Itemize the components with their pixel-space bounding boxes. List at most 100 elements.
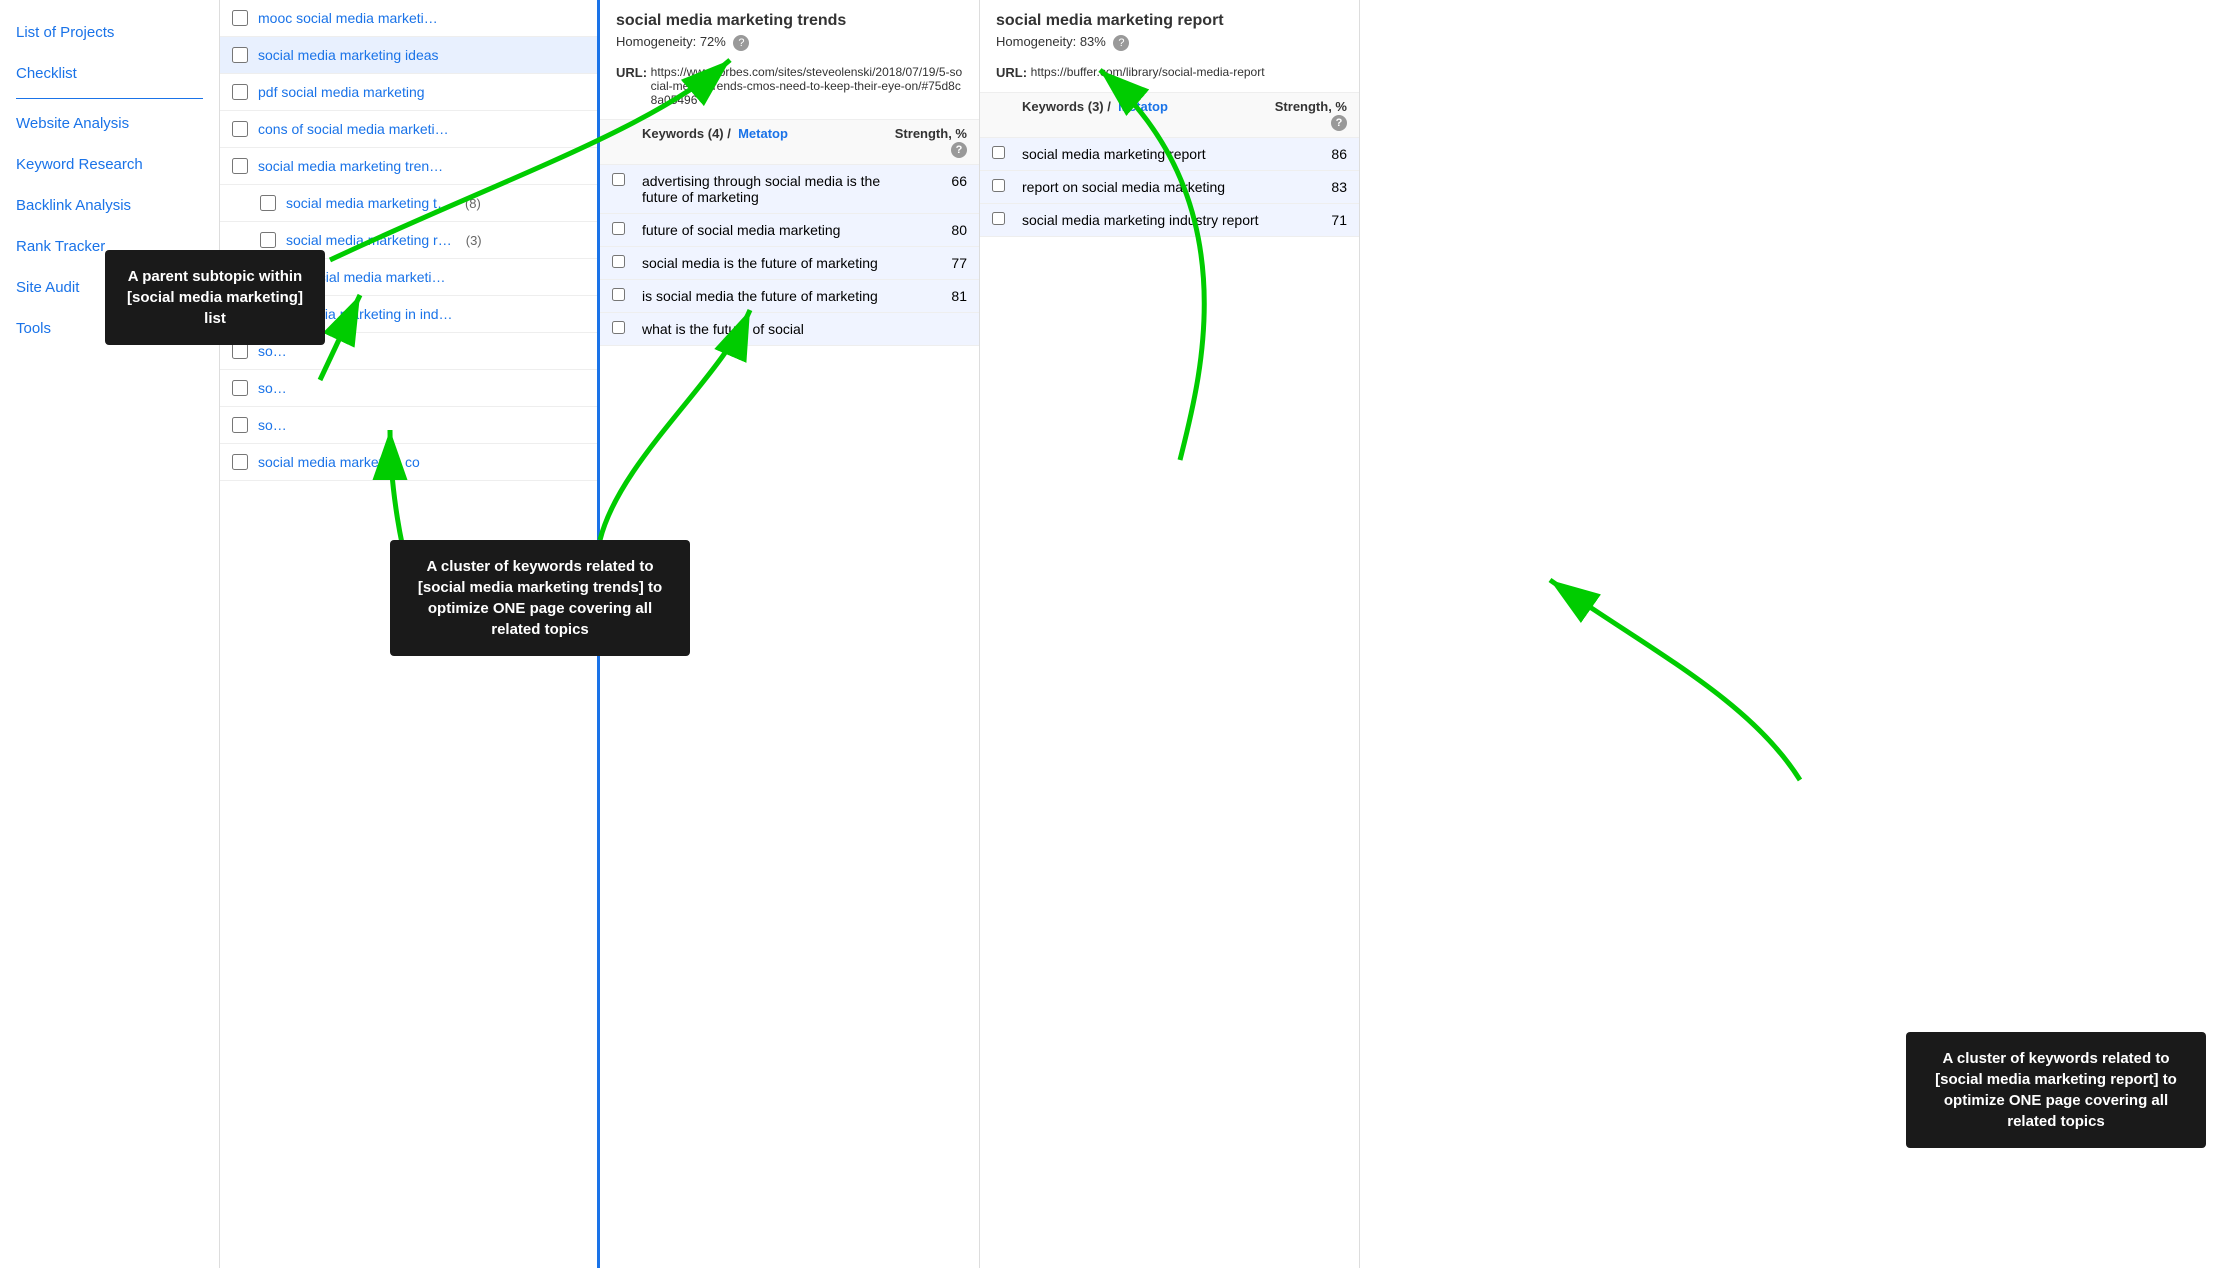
keyword-row-last: social media marketing co <box>220 444 597 481</box>
panel2-homogeneity: Homogeneity: 83% ? <box>996 34 1224 51</box>
kw-checkbox[interactable] <box>612 321 625 334</box>
keyword-link[interactable]: so… <box>258 343 287 359</box>
keyword-checkbox[interactable] <box>232 10 248 26</box>
sidebar-item-list-of-projects[interactable]: List of Projects <box>0 12 219 53</box>
panel2-title-block: social media marketing report Homogeneit… <box>996 12 1224 57</box>
keyword-row: pdf social media marketing <box>220 74 597 111</box>
keyword-checkbox[interactable] <box>232 84 248 100</box>
keyword-count: (8) <box>465 196 481 211</box>
keywords-col-header: Keywords (4) / Metatop <box>642 126 887 158</box>
keyword-checkbox[interactable] <box>232 343 248 359</box>
sidebar-item-keyword-research[interactable]: Keyword Research <box>0 144 219 185</box>
panel2-title: social media marketing report <box>996 12 1224 30</box>
panel1-title: social media marketing trends <box>616 12 846 30</box>
panel2-url-row: URL: https://buffer.com/library/social-m… <box>980 61 1359 92</box>
homogeneity-help-icon[interactable]: ? <box>733 35 749 51</box>
keyword-link[interactable]: cons of social media marketi… <box>258 121 449 137</box>
panel1-kw-row-2: future of social media marketing 80 <box>600 214 979 247</box>
strength-col-header-2: Strength, % ? <box>1267 99 1347 131</box>
kw-text: report on social media marketing <box>1022 179 1267 195</box>
check-col-header <box>992 99 1022 131</box>
keyword-checkbox[interactable] <box>232 380 248 396</box>
keyword-row: mooc social media marketi… <box>220 0 597 37</box>
metatop-link[interactable]: Metatop <box>738 126 788 141</box>
panel2-table-header: Keywords (3) / Metatop Strength, % ? <box>980 92 1359 138</box>
strength-col-header: Strength, % ? <box>887 126 967 158</box>
keyword-link-sub2[interactable]: social media marketing r… <box>286 232 452 248</box>
keywords-col-header: Keywords (3) / Metatop <box>1022 99 1267 131</box>
kw-text: social media marketing industry report <box>1022 212 1267 228</box>
kw-checkbox[interactable] <box>992 179 1005 192</box>
keyword-count: (3) <box>466 233 482 248</box>
keyword-link-sub1[interactable]: social media marketing t… <box>286 195 451 211</box>
keyword-link[interactable]: so… <box>258 417 287 433</box>
sidebar-item-backlink-analysis[interactable]: Backlink Analysis <box>0 185 219 226</box>
panel1-title-block: social media marketing trends Homogeneit… <box>616 12 846 57</box>
kw-checkbox[interactable] <box>612 255 625 268</box>
kw-strength: 86 <box>1267 146 1347 162</box>
panel2-kw-row-1: social media marketing report 86 <box>980 138 1359 171</box>
keyword-checkbox[interactable] <box>232 158 248 174</box>
panel1-kw-row-3: social media is the future of marketing … <box>600 247 979 280</box>
topic-panel-2: social media marketing report Homogeneit… <box>980 0 1360 1268</box>
kw-text: is social media the future of marketing <box>642 288 887 304</box>
keyword-link[interactable]: social media marketing co <box>258 454 420 470</box>
panel1-homogeneity: Homogeneity: 72% ? <box>616 34 846 51</box>
keyword-row-sub1: social media marketing t… (8) <box>220 185 597 222</box>
kw-text: social media is the future of marketing <box>642 255 887 271</box>
kw-strength: 77 <box>887 255 967 271</box>
keyword-row: so… <box>220 370 597 407</box>
kw-text: advertising through social media is the … <box>642 173 887 205</box>
kw-strength: 80 <box>887 222 967 238</box>
homogeneity-help-icon-2[interactable]: ? <box>1113 35 1129 51</box>
keyword-checkbox[interactable] <box>232 417 248 433</box>
panel1-url-label: URL: <box>616 65 647 107</box>
panel1-url: https://www.forbes.com/sites/steveolensk… <box>651 65 963 107</box>
keyword-checkbox[interactable] <box>260 195 276 211</box>
kw-checkbox[interactable] <box>612 222 625 235</box>
sidebar: List of Projects Checklist Website Analy… <box>0 0 220 1268</box>
kw-strength: 66 <box>887 173 967 189</box>
kw-checkbox[interactable] <box>992 146 1005 159</box>
panel2-url-label: URL: <box>996 65 1027 80</box>
strength-help-icon[interactable]: ? <box>951 142 967 158</box>
keyword-link[interactable]: so… <box>258 380 287 396</box>
keyword-row: so… <box>220 407 597 444</box>
keyword-link[interactable]: pdf social media marketing <box>258 84 425 100</box>
metatop-link-2[interactable]: Metatop <box>1118 99 1168 114</box>
keyword-link-ideas[interactable]: social media marketing ideas <box>258 47 439 63</box>
keyword-checkbox[interactable] <box>232 121 248 137</box>
keyword-row-trends-parent: social media marketing tren… <box>220 148 597 185</box>
kw-strength: 83 <box>1267 179 1347 195</box>
kw-strength: 81 <box>887 288 967 304</box>
kw-strength: 71 <box>1267 212 1347 228</box>
kw-text: future of social media marketing <box>642 222 887 238</box>
keyword-row: cons of social media marketi… <box>220 111 597 148</box>
sidebar-divider <box>16 98 203 99</box>
annotation-box-3: A cluster of keywords related to [social… <box>1906 1032 2206 1148</box>
panel1-header: social media marketing trends Homogeneit… <box>600 0 979 61</box>
check-col-header <box>612 126 642 158</box>
kw-checkbox[interactable] <box>612 288 625 301</box>
panel1-table-header: Keywords (4) / Metatop Strength, % ? <box>600 119 979 165</box>
kw-text: social media marketing report <box>1022 146 1267 162</box>
panel1-kw-row-5: what is the future of social <box>600 313 979 346</box>
keyword-checkbox[interactable] <box>232 47 248 63</box>
panel2-header: social media marketing report Homogeneit… <box>980 0 1359 61</box>
sidebar-item-checklist[interactable]: Checklist <box>0 53 219 94</box>
panel1-kw-row-1: advertising through social media is the … <box>600 165 979 214</box>
kw-checkbox[interactable] <box>992 212 1005 225</box>
sidebar-item-website-analysis[interactable]: Website Analysis <box>0 103 219 144</box>
panel1-url-row: URL: https://www.forbes.com/sites/steveo… <box>600 61 979 119</box>
strength-help-icon-2[interactable]: ? <box>1331 115 1347 131</box>
panel2-kw-row-3: social media marketing industry report 7… <box>980 204 1359 237</box>
keyword-checkbox[interactable] <box>260 232 276 248</box>
panel2-kw-row-2: report on social media marketing 83 <box>980 171 1359 204</box>
keyword-checkbox[interactable] <box>232 454 248 470</box>
keyword-row-highlighted: social media marketing ideas <box>220 37 597 74</box>
panel1-kw-row-4: is social media the future of marketing … <box>600 280 979 313</box>
annotation-box-2: A cluster of keywords related to [social… <box>390 540 690 656</box>
keyword-link[interactable]: mooc social media marketi… <box>258 10 438 26</box>
keyword-link-trends[interactable]: social media marketing tren… <box>258 158 443 174</box>
kw-checkbox[interactable] <box>612 173 625 186</box>
